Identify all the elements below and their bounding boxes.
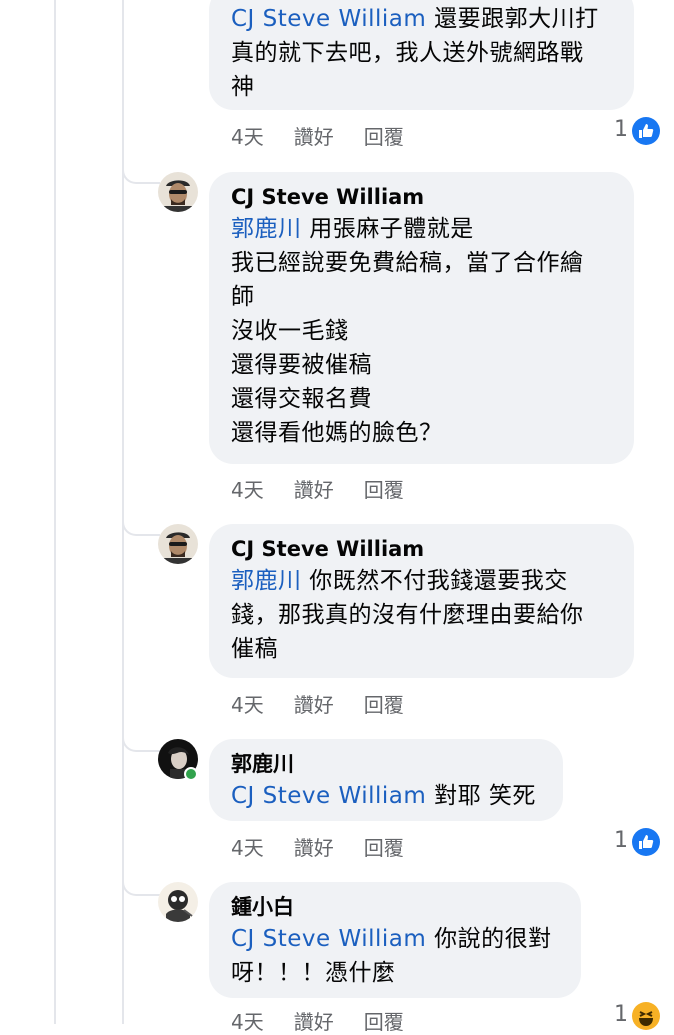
comment-actions: 4天 讚好 回覆 [231, 474, 434, 503]
comment-actions: 4天 讚好 回覆 [231, 1006, 434, 1035]
reply-button[interactable]: 回覆 [364, 121, 404, 150]
avatar[interactable] [158, 172, 198, 212]
comment-bubble: 郭鹿川 CJ Steve William 對耶 笑死 [209, 739, 563, 821]
comment-author[interactable]: 郭鹿川 [231, 751, 541, 777]
mention-link[interactable]: CJ Steve William [231, 6, 426, 32]
reply-button[interactable]: 回覆 [364, 689, 404, 718]
comment-time[interactable]: 4天 [231, 832, 264, 861]
comment-bubble: CJ Steve William 郭鹿川 用張麻子體就是 我已經說要免費給稿，當… [209, 172, 634, 464]
haha-emoji-icon[interactable] [632, 1002, 660, 1030]
mention-link[interactable]: 郭鹿川 [231, 568, 302, 594]
reply-button[interactable]: 回覆 [364, 832, 404, 861]
like-button[interactable]: 讚好 [294, 1006, 334, 1035]
like-button[interactable]: 讚好 [294, 121, 334, 150]
like-button[interactable]: 讚好 [294, 832, 334, 861]
reply-button[interactable]: 回覆 [364, 474, 404, 503]
reaction-count[interactable]: 1 [614, 117, 628, 142]
reply-button[interactable]: 回覆 [364, 1006, 404, 1035]
like-button[interactable]: 讚好 [294, 689, 334, 718]
thread-connector [122, 160, 160, 184]
reaction-count[interactable]: 1 [614, 828, 628, 853]
thread-connector [122, 728, 160, 752]
comment-text: 郭鹿川 用張麻子體就是 我已經說要免費給稿，當了合作繪 師 沒收一毛錢 還得要被… [231, 216, 584, 446]
thumbs-up-icon[interactable] [632, 117, 660, 145]
comment-time[interactable]: 4天 [231, 689, 264, 718]
thumbs-up-icon[interactable] [632, 828, 660, 856]
comment-bubble: 鍾小白 CJ Steve William 你說的很對 呀！！！憑什麼 [209, 882, 581, 998]
comment-time[interactable]: 4天 [231, 474, 264, 503]
comment-actions: 4天 讚好 回覆 [231, 689, 434, 718]
thread-line-outer [54, 0, 56, 1024]
comment-text: 郭鹿川 你既然不付我錢還要我交 錢，那我真的沒有什麼理由要給你 催稿 [231, 568, 584, 662]
comment-author[interactable]: 鍾小白 [231, 894, 559, 920]
mention-link[interactable]: CJ Steve William [231, 926, 426, 952]
like-button[interactable]: 讚好 [294, 474, 334, 503]
avatar[interactable] [158, 524, 198, 564]
comment-time[interactable]: 4天 [231, 121, 264, 150]
comment-bubble: CJ Steve William 郭鹿川 你既然不付我錢還要我交 錢，那我真的沒… [209, 524, 634, 678]
avatar[interactable] [158, 882, 198, 922]
comment-text: CJ Steve William 對耶 笑死 [231, 783, 536, 809]
comment-time[interactable]: 4天 [231, 1006, 264, 1035]
comment-author[interactable]: CJ Steve William [231, 536, 612, 562]
mention-link[interactable]: 郭鹿川 [231, 216, 302, 242]
comment-text: CJ Steve William 還要跟郭大川打 真的就下去吧，我人送外號網路戰… [231, 6, 599, 100]
thread-connector [122, 512, 160, 536]
thread-connector [122, 872, 160, 896]
mention-link[interactable]: CJ Steve William [231, 783, 426, 809]
comment-bubble: CJ Steve William 還要跟郭大川打 真的就下去吧，我人送外號網路戰… [209, 0, 634, 110]
reaction-count[interactable]: 1 [614, 1002, 628, 1027]
comment-author[interactable]: CJ Steve William [231, 184, 612, 210]
comment-text: CJ Steve William 你說的很對 呀！！！憑什麼 [231, 926, 552, 986]
comment-actions: 4天 讚好 回覆 [231, 121, 434, 150]
online-status-icon [184, 767, 198, 781]
comment-actions: 4天 讚好 回覆 [231, 832, 434, 861]
